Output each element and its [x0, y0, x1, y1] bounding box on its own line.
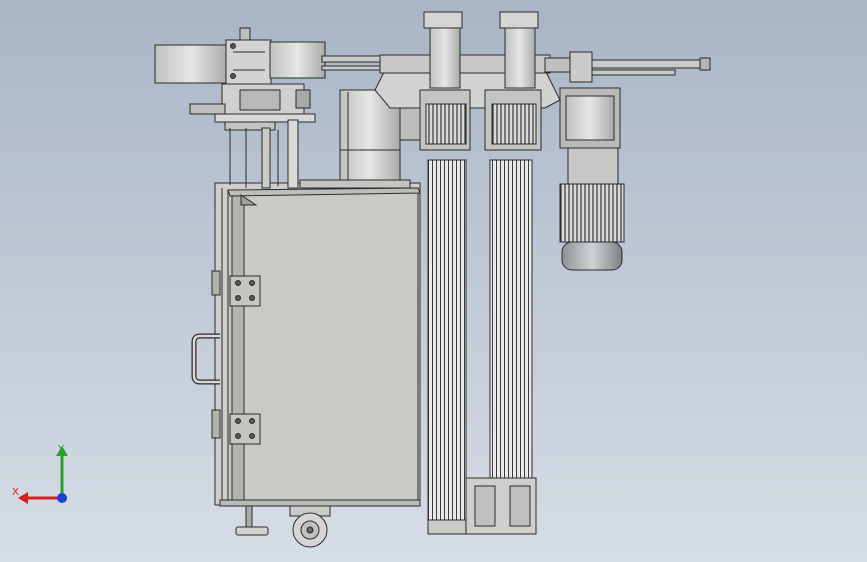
triad-y-label: Y [57, 444, 65, 455]
leveling-foot [235, 505, 269, 536]
left-linear-column[interactable] [419, 11, 471, 535]
reference-triad: X Y [12, 444, 68, 504]
top-bracket [374, 54, 586, 109]
feed-head-assembly[interactable] [189, 83, 316, 189]
triad-z-origin [57, 493, 67, 503]
caster-wheel [289, 505, 331, 548]
triad-x-arrowhead [18, 492, 28, 504]
right-gear-motor[interactable] [559, 87, 625, 271]
push-rod-right[interactable] [569, 51, 711, 83]
machine-model-view[interactable] [0, 0, 867, 562]
air-cylinder[interactable] [154, 27, 326, 85]
cad-graphics-viewport[interactable]: X Y [0, 0, 867, 562]
electrical-cabinet[interactable] [214, 182, 421, 507]
triad-x-label: X [12, 487, 19, 498]
